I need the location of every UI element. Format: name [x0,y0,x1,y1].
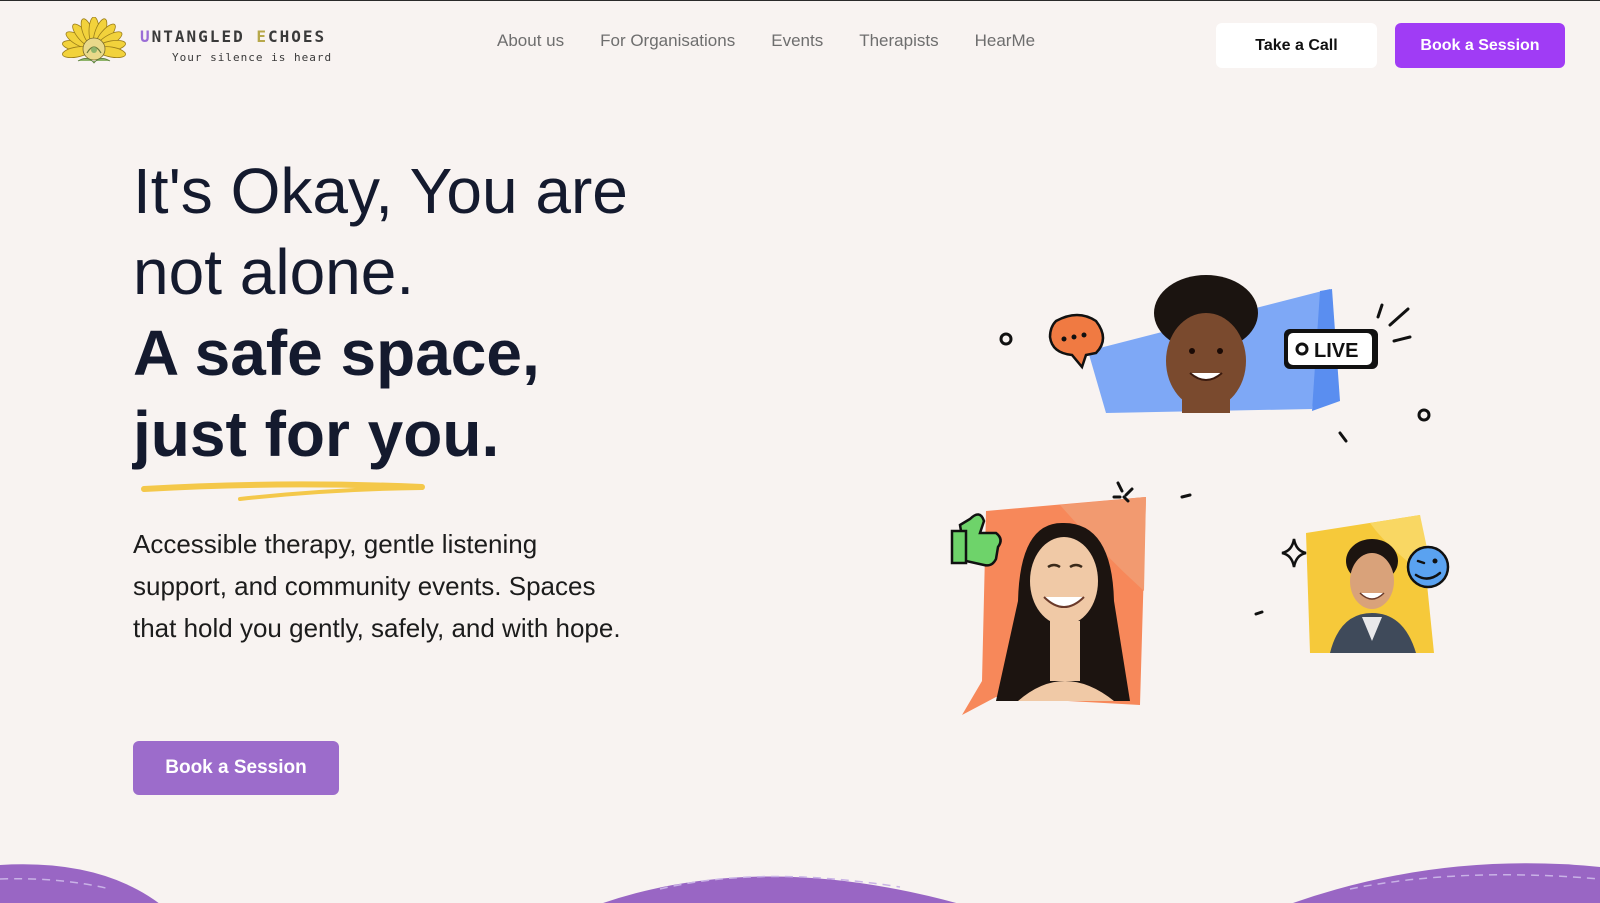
nav-item-events[interactable]: Events [771,31,823,51]
sparkle-lines [1376,303,1412,343]
live-badge: LIVE [1284,329,1378,369]
top-navigation: UNTANGLED ECHOES Your silence is heard A… [0,1,1600,91]
hero-brush-underline [141,481,425,501]
hero-line-4: just for you. [133,398,500,470]
deco-dot [999,332,1013,346]
sunflower-logo-icon [62,17,126,64]
brand-logo-link[interactable]: UNTANGLED ECHOES Your silence is heard [48,17,348,73]
hero-line-3: A safe space, [133,317,540,389]
nav-item-hearme[interactable]: HearMe [975,31,1035,51]
sparkle-star-icon [1281,538,1307,568]
live-badge-label: LIVE [1314,340,1358,362]
video-card-man-yellow [1306,515,1434,653]
brand-title-part2: CHOES [267,27,327,46]
brand-tagline: Your silence is heard [172,51,333,64]
hero-line-2: not alone. [133,236,415,308]
brand-title: UNTANGLED ECHOES [140,27,326,46]
nav-item-therapists[interactable]: Therapists [859,31,938,51]
nav-item-for-organisations[interactable]: For Organisations [600,31,735,51]
main-menu: About us For Organisations Events Therap… [497,31,1035,51]
deco-dot [1417,408,1431,422]
wink-emoji-icon [1406,545,1450,589]
brand-title-initial-e: E [256,27,268,46]
hero-heading-light: It's Okay, You are not alone. [133,151,773,313]
video-card-woman-orange [962,497,1146,715]
hero-line-1: It's Okay, You are [133,155,628,227]
hero-illustration: LIVE [950,275,1450,715]
book-session-nav-button[interactable]: Book a Session [1395,23,1565,68]
brand-title-initial-u: U [140,27,152,46]
book-session-hero-button[interactable]: Book a Session [133,741,339,795]
hero-heading-bold: A safe space, just for you. [133,313,773,475]
brand-title-part1: NTANGLED [151,27,257,46]
nav-item-about-us[interactable]: About us [497,31,564,51]
decorative-waves [0,863,1600,903]
hero-description: Accessible therapy, gentle listening sup… [133,529,621,643]
take-a-call-button[interactable]: Take a Call [1216,23,1377,68]
